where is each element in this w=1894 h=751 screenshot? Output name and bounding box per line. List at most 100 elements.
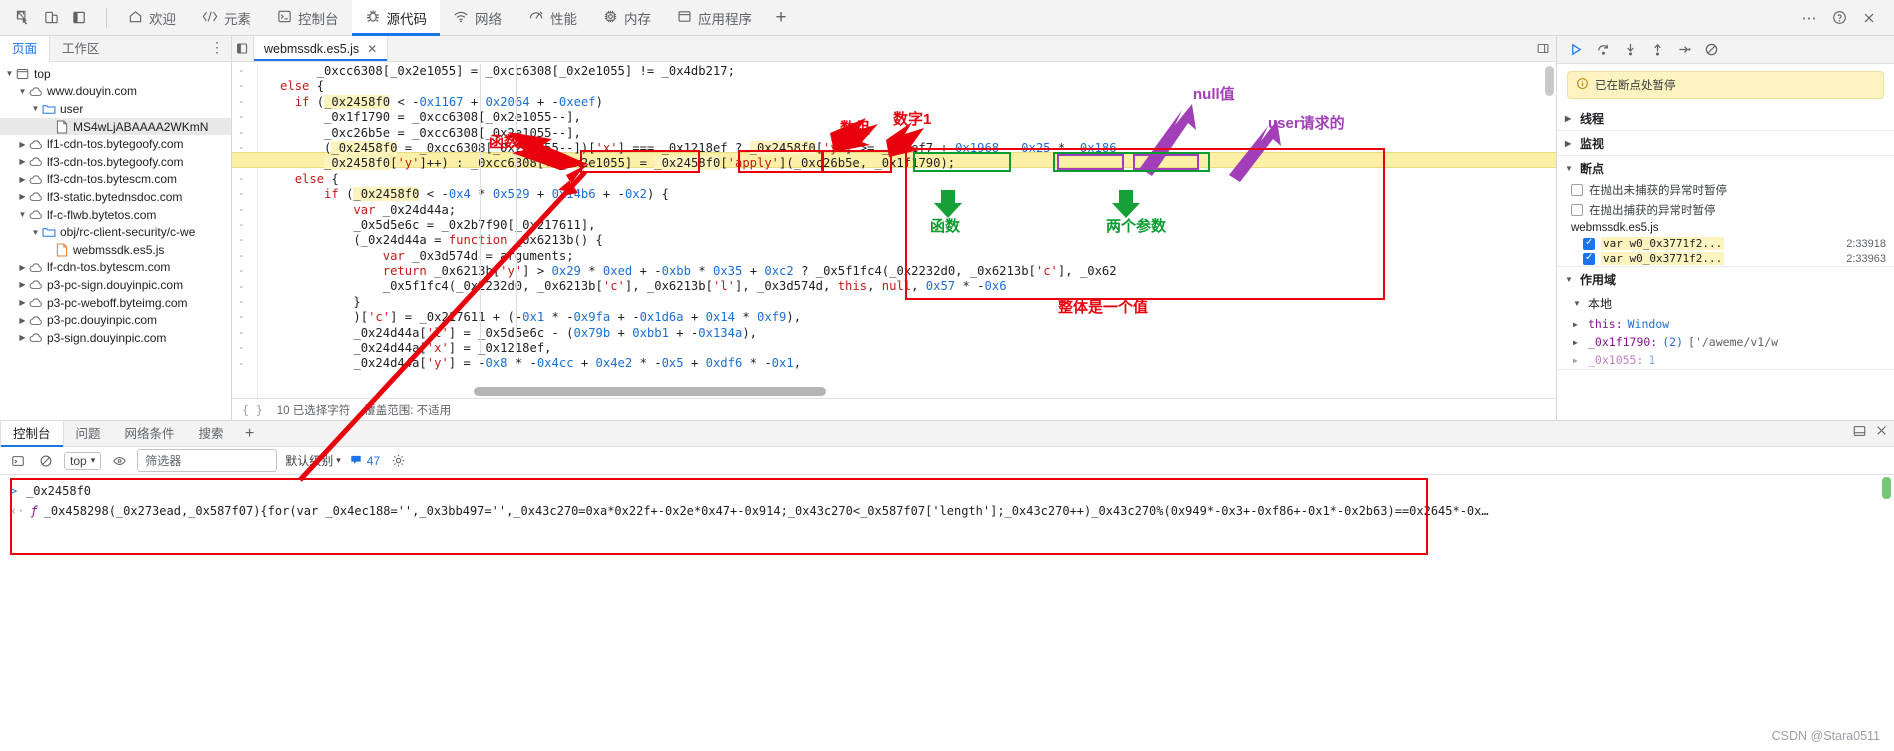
breakpoint-row[interactable]: var w0_0x3771f2... 2:33963	[1557, 251, 1894, 266]
navigator-more-icon[interactable]: ⋮	[210, 39, 225, 56]
tab-console[interactable]: 控制台	[264, 0, 352, 36]
gutter-line-marker[interactable]: -	[238, 357, 245, 370]
scope-row-0x1f1790[interactable]: ▶ _0x1f1790: (2) ['/aweme/v1/w	[1557, 333, 1894, 351]
tree-item[interactable]: ▶ lf3-cdn-tos.bytescm.com	[0, 171, 231, 189]
scope-row-this[interactable]: ▶ this: Window	[1557, 315, 1894, 333]
tree-item[interactable]: ▶ lf3-static.bytednsdoc.com	[0, 188, 231, 206]
gutter-line-marker[interactable]: -	[238, 126, 245, 139]
resume-icon[interactable]	[1565, 39, 1587, 61]
tree-item[interactable]: MS4wLjABAAAA2WKmN	[0, 117, 231, 136]
tree-twisty-icon[interactable]: ▶	[17, 298, 28, 307]
step-icon[interactable]	[1673, 39, 1695, 61]
tree-item[interactable]: ▶ p3-pc-sign.douyinpic.com	[0, 276, 231, 294]
drawer-tab-network-conditions[interactable]: 网络条件	[113, 421, 187, 447]
tree-twisty-icon[interactable]: ▼	[30, 228, 41, 237]
checkbox[interactable]	[1583, 252, 1595, 265]
tree-item[interactable]: ▼ top	[0, 65, 231, 83]
gutter-line-marker[interactable]: -	[238, 172, 245, 185]
tree-twisty-icon[interactable]: ▶	[17, 263, 28, 272]
clear-console-icon[interactable]	[8, 451, 28, 471]
gutter-line-marker[interactable]: -	[238, 264, 245, 277]
console-level-selector[interactable]: 默认级别 ▾	[285, 452, 341, 469]
tree-twisty-icon[interactable]: ▼	[4, 69, 15, 78]
close-icon[interactable]	[1856, 5, 1882, 31]
help-icon[interactable]	[1826, 5, 1852, 31]
tree-item[interactable]: ▶ lf3-cdn-tos.bytegoofy.com	[0, 153, 231, 171]
deactivate-breakpoints-icon[interactable]	[1700, 39, 1722, 61]
dock-side-icon[interactable]	[66, 5, 92, 31]
tree-item[interactable]: ▶ p3-pc.douyinpic.com	[0, 311, 231, 329]
gutter-line-marker[interactable]: -	[238, 249, 245, 262]
tree-item[interactable]: ▶ p3-pc-weboff.byteimg.com	[0, 294, 231, 312]
inspect-icon[interactable]	[10, 5, 36, 31]
console-output[interactable]: > _0x2458f0 ‹· ƒ _0x458298(_0x273ead,_0x…	[0, 475, 1894, 750]
drawer-tab-search[interactable]: 搜索	[187, 421, 236, 447]
tree-twisty-icon[interactable]: ▶	[17, 280, 28, 289]
scope-row-0x1055[interactable]: ▶ _0x1055: 1	[1557, 351, 1894, 369]
console-filter-input[interactable]: 筛选器	[137, 449, 278, 472]
step-out-icon[interactable]	[1646, 39, 1668, 61]
tab-performance[interactable]: 性能	[515, 0, 590, 36]
checkbox[interactable]	[1571, 204, 1583, 216]
tree-item[interactable]: ▶ lf1-cdn-tos.bytegoofy.com	[0, 135, 231, 153]
scope-header[interactable]: ▼ 作用域	[1557, 267, 1894, 291]
tree-twisty-icon[interactable]: ▶	[17, 192, 28, 201]
gutter-line-marker[interactable]: -	[238, 95, 245, 108]
gutter-line-marker[interactable]: -	[238, 341, 245, 354]
gutter-line-marker[interactable]: -	[238, 295, 245, 308]
threads-section[interactable]: ▶ 线程	[1557, 106, 1894, 131]
console-issues-badge[interactable]: 47	[349, 453, 380, 469]
gutter-line-marker[interactable]: -	[238, 187, 245, 200]
gutter-line-marker[interactable]: -	[238, 110, 245, 123]
tab-application[interactable]: 应用程序	[664, 0, 765, 36]
step-into-icon[interactable]	[1619, 39, 1641, 61]
tree-item[interactable]: ▼ user	[0, 100, 231, 118]
tree-twisty-icon[interactable]: ▼	[30, 104, 41, 113]
breakpoints-header[interactable]: ▼ 断点	[1557, 156, 1894, 180]
scope-local-header[interactable]: ▼ 本地	[1557, 291, 1894, 315]
dock-icon[interactable]	[1852, 424, 1867, 443]
source-code[interactable]: _0xcc6308[_0x2e1055] = _0xcc6308[_0x2e10…	[258, 62, 1556, 398]
console-scrollbar[interactable]	[1882, 477, 1891, 499]
code-editor[interactable]: -------------------- _0xcc6308[_0x2e1055…	[232, 62, 1556, 398]
drawer-tab-console[interactable]: 控制台	[0, 420, 64, 447]
tree-twisty-icon[interactable]: ▶	[17, 316, 28, 325]
nav-tab-workspace[interactable]: 工作区	[50, 36, 112, 62]
close-icon[interactable]	[1875, 424, 1888, 443]
tree-item[interactable]: ▶ lf-cdn-tos.bytescm.com	[0, 259, 231, 277]
tree-twisty-icon[interactable]: ▶	[17, 140, 28, 149]
gutter-line-marker[interactable]: -	[238, 218, 245, 231]
breakpoint-file-label[interactable]: webmssdk.es5.js	[1557, 220, 1894, 236]
tree-twisty-icon[interactable]: ▶	[17, 157, 28, 166]
console-context-selector[interactable]: top ▾	[64, 451, 102, 470]
threads-header[interactable]: ▶ 线程	[1557, 106, 1894, 130]
editor-gutter[interactable]: --------------------	[232, 62, 258, 398]
no-entry-icon[interactable]	[36, 451, 56, 471]
console-result-line[interactable]: ‹· ƒ _0x458298(_0x273ead,_0x587f07){for(…	[0, 501, 1894, 521]
step-over-icon[interactable]	[1592, 39, 1614, 61]
breakpoint-row[interactable]: var w0_0x3771f2... 2:33918	[1557, 236, 1894, 251]
tree-twisty-icon[interactable]: ▼	[17, 87, 28, 96]
navigator-toggle-icon[interactable]	[232, 36, 254, 61]
tree-item[interactable]: ▶ p3-sign.douyinpic.com	[0, 329, 231, 347]
tab-sources[interactable]: 源代码	[351, 0, 440, 36]
gutter-line-marker[interactable]: -	[238, 64, 245, 77]
more-vertical-icon[interactable]: ⋯	[1796, 5, 1822, 31]
nav-tab-page[interactable]: 页面	[0, 35, 51, 62]
editor-vertical-scrollbar[interactable]	[1545, 66, 1554, 96]
tree-item[interactable]: ▼ obj/rc-client-security/c-we	[0, 223, 231, 241]
gear-icon[interactable]	[388, 451, 408, 471]
gutter-line-marker[interactable]: -	[238, 280, 245, 293]
format-braces-icon[interactable]: { }	[242, 403, 263, 417]
device-toggle-icon[interactable]	[38, 5, 64, 31]
console-input-line[interactable]: > _0x2458f0	[0, 481, 1894, 501]
gutter-line-marker[interactable]: -	[238, 203, 245, 216]
popout-icon[interactable]	[1530, 36, 1556, 61]
editor-tab-webmssdk[interactable]: webmssdk.es5.js ✕	[254, 36, 389, 61]
editor-tab-close-icon[interactable]: ✕	[367, 42, 377, 56]
tree-twisty-icon[interactable]: ▶	[17, 333, 28, 342]
tab-welcome[interactable]: 欢迎	[115, 0, 189, 36]
checkbox[interactable]	[1571, 184, 1583, 196]
add-panel-button[interactable]: +	[765, 0, 797, 36]
tree-item[interactable]: ▼ www.douyin.com	[0, 83, 231, 101]
